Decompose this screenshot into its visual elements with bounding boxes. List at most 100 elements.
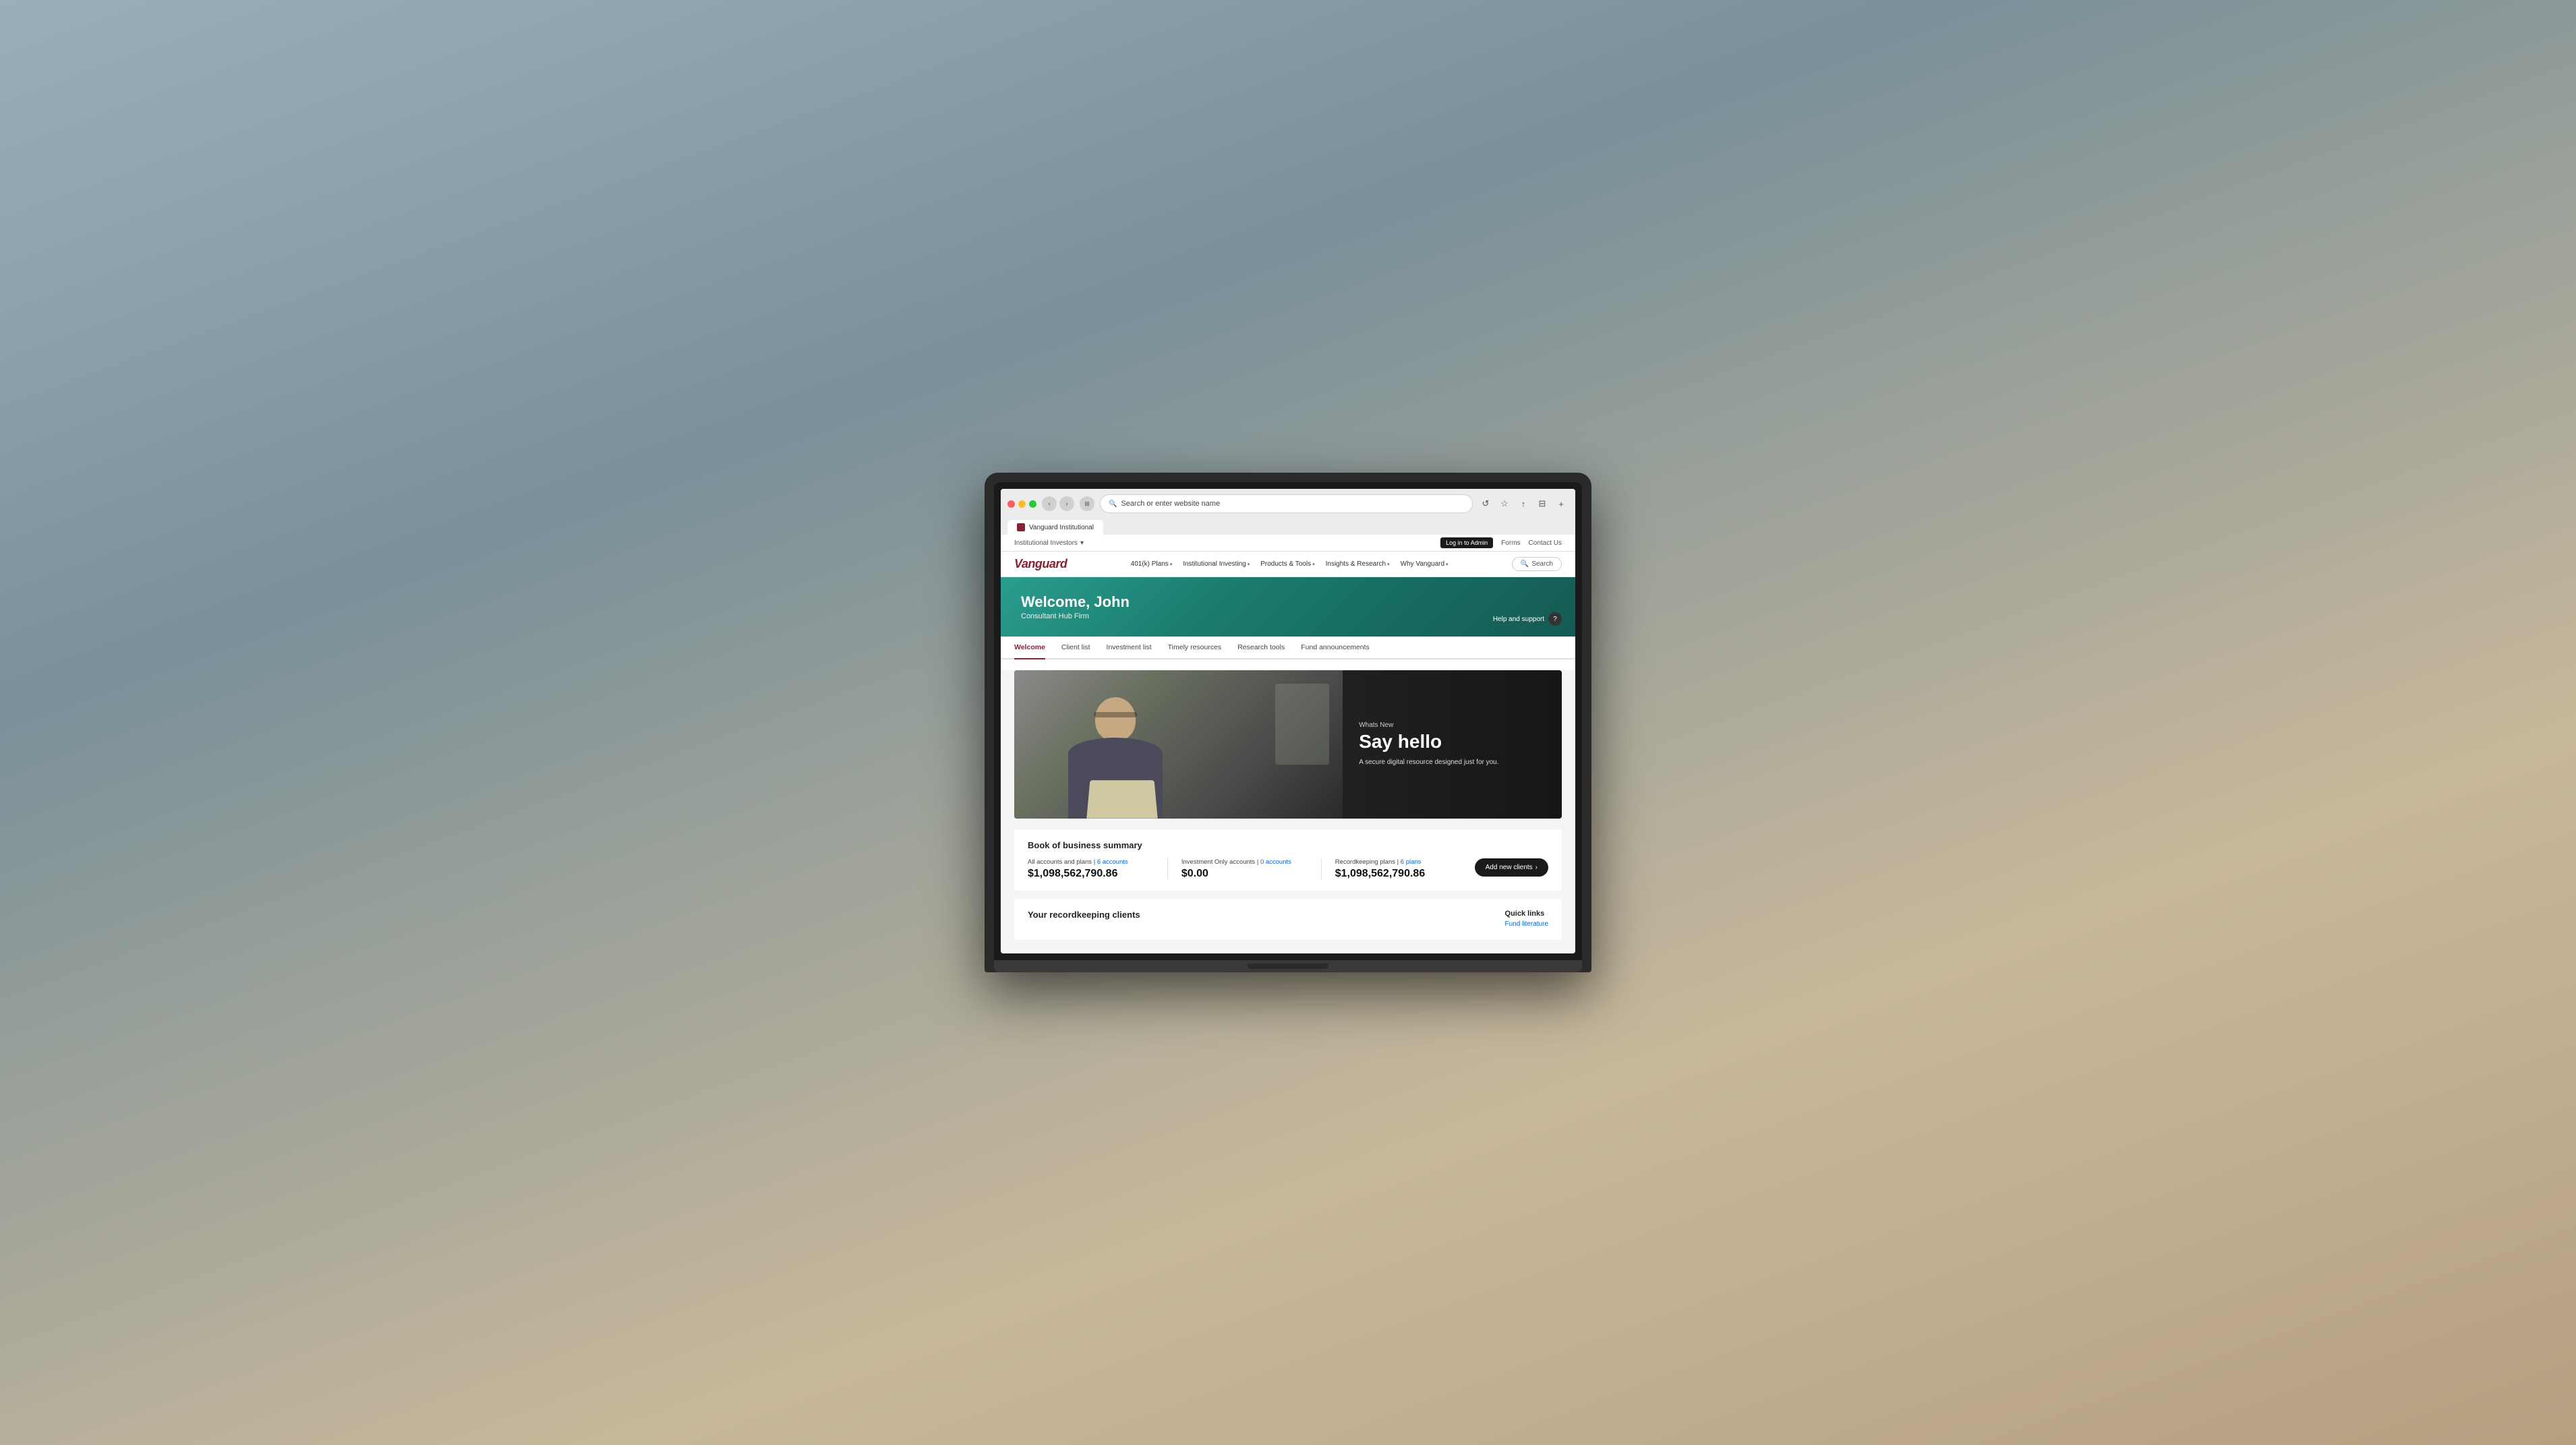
maximize-window-button[interactable] bbox=[1029, 500, 1036, 508]
tab-fund-announcements[interactable]: Fund announcements bbox=[1301, 637, 1370, 659]
minimize-window-button[interactable] bbox=[1018, 500, 1026, 508]
whats-new-label: Whats New bbox=[1359, 721, 1546, 729]
help-support-label: Help and support bbox=[1493, 616, 1544, 623]
add-new-clients-button[interactable]: Add new clients › bbox=[1475, 858, 1548, 877]
tab-view-button[interactable]: ⊞ bbox=[1080, 496, 1094, 511]
hero-image-card: Whats New Say hello A secure digital res… bbox=[1014, 670, 1562, 819]
tab-welcome-label: Welcome bbox=[1014, 643, 1045, 651]
contact-link[interactable]: Contact Us bbox=[1529, 539, 1562, 547]
summary-title: Book of business summary bbox=[1028, 840, 1548, 850]
share-button[interactable]: ↑ bbox=[1516, 496, 1531, 511]
say-hello-title: Say hello bbox=[1359, 732, 1546, 753]
recordkeeping-label: Recordkeeping plans | 6 plans bbox=[1335, 858, 1461, 866]
nav-why-chevron-icon: ▾ bbox=[1446, 562, 1448, 567]
bookmark-icon: ☆ bbox=[1500, 498, 1509, 509]
login-button[interactable]: Log in to Admin bbox=[1440, 537, 1493, 548]
tab-timely-resources-label: Timely resources bbox=[1168, 643, 1222, 651]
main-nav: Vanguard 401(k) Plans ▾ Institutional In… bbox=[1001, 552, 1575, 577]
bookmark-button[interactable]: ☆ bbox=[1497, 496, 1512, 511]
investment-only-value: $0.00 bbox=[1181, 868, 1308, 880]
nav-insights[interactable]: Insights & Research ▾ bbox=[1326, 560, 1390, 568]
audience-chevron-icon: ▾ bbox=[1080, 539, 1084, 547]
browser-toolbar-icons: ↺ ☆ ↑ ⊟ + bbox=[1478, 496, 1569, 511]
laptop-screen: ‹ › ⊞ 🔍 Search or enter website name bbox=[1001, 489, 1575, 953]
laptop-base bbox=[994, 960, 1582, 972]
browser-top-row: ‹ › ⊞ 🔍 Search or enter website name bbox=[1007, 494, 1569, 513]
back-icon: ‹ bbox=[1048, 500, 1050, 508]
summary-all-accounts: All accounts and plans | 6 accounts $1,0… bbox=[1028, 858, 1154, 880]
summary-section: Book of business summary All accounts an… bbox=[1014, 829, 1562, 891]
address-bar[interactable]: 🔍 Search or enter website name bbox=[1100, 494, 1473, 513]
logo-text: Vanguard bbox=[1014, 557, 1067, 571]
tab-research-tools[interactable]: Research tools bbox=[1237, 637, 1285, 659]
new-tab-icon: + bbox=[1558, 499, 1564, 509]
tab-welcome[interactable]: Welcome bbox=[1014, 637, 1045, 659]
add-clients-arrow-icon: › bbox=[1535, 864, 1538, 871]
page-tabs: Welcome Client list Investment list Time… bbox=[1001, 637, 1575, 659]
investment-only-label: Investment Only accounts | 0 accounts bbox=[1181, 858, 1308, 866]
summary-investment-only: Investment Only accounts | 0 accounts $0… bbox=[1181, 858, 1308, 880]
share-icon: ↑ bbox=[1521, 499, 1526, 509]
tab-favicon bbox=[1017, 523, 1025, 531]
new-tab-button[interactable]: + bbox=[1554, 496, 1569, 511]
help-question-icon: ? bbox=[1553, 616, 1557, 623]
say-hello-description: A secure digital resource designed just … bbox=[1359, 758, 1546, 767]
search-button[interactable]: 🔍 Search bbox=[1512, 557, 1562, 571]
help-support[interactable]: Help and support ? bbox=[1493, 612, 1562, 626]
hero-card-overlay: Whats New Say hello A secure digital res… bbox=[1343, 670, 1562, 819]
back-button[interactable]: ‹ bbox=[1042, 496, 1057, 511]
search-icon: 🔍 bbox=[1109, 500, 1117, 508]
screen-bezel: ‹ › ⊞ 🔍 Search or enter website name bbox=[994, 482, 1582, 960]
browser-nav-buttons: ‹ › bbox=[1042, 496, 1074, 511]
recordkeeping-plans-link[interactable]: 6 plans bbox=[1401, 858, 1422, 866]
nav-401k-chevron-icon: ▾ bbox=[1170, 562, 1173, 567]
forward-button[interactable]: › bbox=[1059, 496, 1074, 511]
recordkeeping-section: Your recordkeeping clients Quick links F… bbox=[1014, 899, 1562, 940]
fund-literature-link[interactable]: Fund literature bbox=[1505, 920, 1548, 928]
nav-401k-plans[interactable]: 401(k) Plans ▾ bbox=[1131, 560, 1173, 568]
summary-row: All accounts and plans | 6 accounts $1,0… bbox=[1028, 858, 1548, 880]
forms-link[interactable]: Forms bbox=[1501, 539, 1520, 547]
investment-only-link[interactable]: 0 accounts bbox=[1260, 858, 1291, 866]
refresh-button[interactable]: ↺ bbox=[1478, 496, 1493, 511]
audience-label: Institutional Investors bbox=[1014, 539, 1078, 547]
person-figure bbox=[1048, 690, 1183, 819]
quick-links-title: Quick links bbox=[1505, 910, 1548, 918]
rk-section-title: Your recordkeeping clients bbox=[1028, 910, 1140, 920]
audience-selector[interactable]: Institutional Investors ▾ bbox=[1014, 539, 1084, 547]
nav-institutional[interactable]: Institutional Investing ▾ bbox=[1183, 560, 1250, 568]
help-circle-icon: ? bbox=[1548, 612, 1562, 626]
hero-welcome-title: Welcome, John bbox=[1021, 593, 1555, 611]
add-clients-label: Add new clients bbox=[1486, 864, 1533, 871]
tab-title: Vanguard Institutional bbox=[1029, 524, 1094, 531]
tab-investment-list[interactable]: Investment list bbox=[1107, 637, 1152, 659]
add-clients-container: Add new clients › bbox=[1475, 858, 1548, 877]
sidebar-toggle-button[interactable]: ⊟ bbox=[1535, 496, 1550, 511]
laptop-notch bbox=[1248, 964, 1328, 969]
tab-client-list[interactable]: Client list bbox=[1061, 637, 1090, 659]
nav-links: 401(k) Plans ▾ Institutional Investing ▾… bbox=[1131, 560, 1448, 568]
all-accounts-label: All accounts and plans | 6 accounts bbox=[1028, 858, 1154, 866]
all-accounts-link[interactable]: 6 accounts bbox=[1097, 858, 1128, 866]
summary-recordkeeping: Recordkeeping plans | 6 plans $1,098,562… bbox=[1335, 858, 1461, 880]
quick-links-container: Quick links Fund literature bbox=[1505, 910, 1548, 929]
tab-timely-resources[interactable]: Timely resources bbox=[1168, 637, 1222, 659]
all-accounts-value: $1,098,562,790.86 bbox=[1028, 868, 1154, 880]
nav-products-tools[interactable]: Products & Tools ▾ bbox=[1260, 560, 1314, 568]
refresh-icon: ↺ bbox=[1482, 498, 1490, 509]
browser-tabs: Vanguard Institutional bbox=[1007, 517, 1569, 535]
tab-research-tools-label: Research tools bbox=[1237, 643, 1285, 651]
hero-firm-name: Consultant Hub Firm bbox=[1021, 612, 1555, 620]
close-window-button[interactable] bbox=[1007, 500, 1015, 508]
top-bar: Institutional Investors ▾ Log in to Admi… bbox=[1001, 535, 1575, 552]
nav-why-vanguard[interactable]: Why Vanguard ▾ bbox=[1401, 560, 1448, 568]
content-area: Whats New Say hello A secure digital res… bbox=[1001, 670, 1575, 953]
hero-banner: Welcome, John Consultant Hub Firm Help a… bbox=[1001, 577, 1575, 637]
active-browser-tab[interactable]: Vanguard Institutional bbox=[1007, 520, 1103, 535]
summary-divider-1 bbox=[1167, 858, 1168, 880]
vanguard-logo[interactable]: Vanguard bbox=[1014, 557, 1067, 571]
site-content: Institutional Investors ▾ Log in to Admi… bbox=[1001, 535, 1575, 953]
sidebar-icon: ⊟ bbox=[1539, 498, 1546, 509]
nav-products-label: Products & Tools bbox=[1260, 560, 1311, 568]
tab-view-icon: ⊞ bbox=[1084, 500, 1090, 508]
